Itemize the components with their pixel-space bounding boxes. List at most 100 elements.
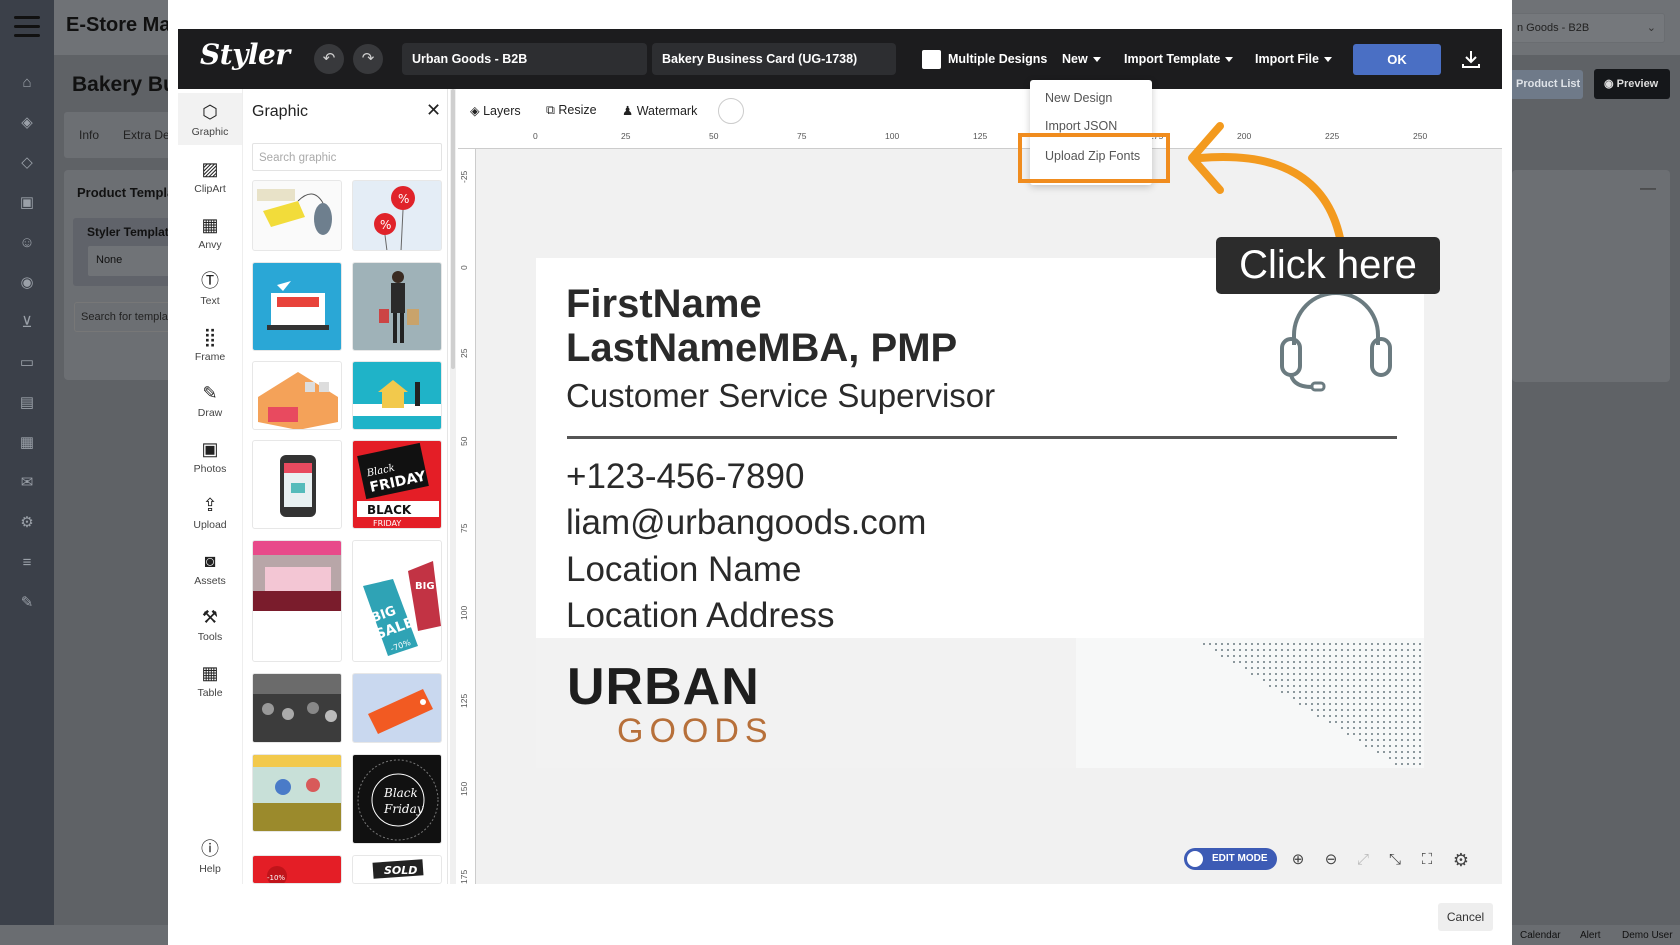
rail-label: Assets (194, 575, 226, 587)
thumb-online-store[interactable] (252, 262, 342, 351)
zoom-in-icon[interactable]: ⊕ (1287, 849, 1309, 871)
dot-pattern (1203, 643, 1421, 765)
footer-user[interactable]: Demo User (1622, 930, 1673, 941)
cancel-button[interactable]: Cancel (1438, 903, 1493, 931)
resize-button[interactable]: ⧉ Resize (546, 103, 597, 118)
rail-item-text[interactable]: Ⓣ Text (185, 270, 235, 307)
card-location-name[interactable]: Location Name (566, 550, 801, 590)
rail-item-tools[interactable]: ⚒ Tools (185, 606, 235, 643)
menu-icon[interactable] (14, 16, 40, 38)
rail-item-graphic[interactable]: ⬡ Graphic (185, 101, 235, 138)
grid-icon[interactable]: ▦ (17, 433, 37, 453)
card-last-name[interactable]: LastNameMBA, PMP (566, 326, 957, 371)
ok-button[interactable]: OK (1353, 44, 1441, 75)
preview-button[interactable]: ◉ Preview (1594, 69, 1670, 99)
tag-icon[interactable]: ◇ (17, 153, 37, 173)
thumb-house-salesman[interactable] (352, 361, 442, 430)
thumb-pink-shop[interactable] (252, 540, 342, 662)
import-file-menu[interactable]: Import File (1255, 52, 1332, 66)
redo-button[interactable]: ↷ (353, 44, 383, 74)
product-list-button[interactable]: Product List (1510, 70, 1583, 99)
store-field[interactable]: Urban Goods - B2B (402, 43, 647, 75)
wrench-icon[interactable]: ✎ (17, 593, 37, 613)
shrink-icon[interactable]: ⤡ (1384, 849, 1406, 871)
thumb-percent-balloons[interactable]: %% (352, 180, 442, 251)
resize-label: Resize (558, 103, 597, 117)
rail-item-anvy[interactable]: ▦ Anvy (185, 214, 235, 251)
tab-extra[interactable]: Extra De (123, 128, 170, 142)
mail-icon[interactable]: ✉ (17, 473, 37, 493)
disc-text: -10% (267, 874, 285, 882)
thumb-sold[interactable]: SOLD (352, 855, 442, 884)
image-icon[interactable]: ▣ (17, 193, 37, 213)
thumb-orange-tag[interactable] (352, 673, 442, 743)
tab-info[interactable]: Info (79, 128, 99, 142)
layers-button[interactable]: ◈ Layers (470, 103, 521, 118)
orange-arrow (1188, 122, 1344, 242)
footer-calendar[interactable]: Calendar (1520, 930, 1561, 941)
menu-item-import-json[interactable]: Import JSON (1045, 119, 1117, 133)
multiple-designs-label: Multiple Designs (948, 52, 1048, 66)
card-email[interactable]: liam@urbangoods.com (566, 503, 926, 543)
rail-item-assets[interactable]: ◙ Assets (185, 550, 235, 587)
footer-alert[interactable]: Alert (1580, 930, 1601, 941)
collapse-icon[interactable]: — (1640, 180, 1656, 198)
styler-template-select[interactable]: None (88, 246, 178, 276)
graphic-search-input[interactable]: Search graphic (252, 143, 442, 171)
thumb-storefront[interactable] (252, 361, 342, 430)
gear-icon[interactable]: ⚙ (17, 513, 37, 533)
card-phone[interactable]: +123-456-7890 (566, 457, 804, 497)
import-template-menu[interactable]: Import Template (1124, 52, 1234, 66)
headset-icon[interactable] (1276, 283, 1396, 393)
settings-icon[interactable]: ⚙ (1450, 849, 1472, 871)
multiple-designs-checkbox[interactable] (922, 50, 941, 69)
panel-scroll-thumb[interactable] (451, 89, 455, 369)
brand-logo-bottom[interactable]: GOODS (617, 712, 774, 751)
cart-icon[interactable]: ⊻ (17, 313, 37, 333)
thumb-price-tag[interactable] (252, 180, 342, 251)
sliders-icon[interactable]: ≡ (17, 553, 37, 573)
download-icon[interactable] (1460, 48, 1482, 70)
rail-item-clipart[interactable]: ▨ ClipArt (185, 158, 235, 195)
rail-item-frame[interactable]: ⣿ Frame (185, 326, 235, 363)
design-name-field[interactable]: Bakery Business Card (UG-1738) (652, 43, 896, 75)
close-icon[interactable]: ✕ (426, 100, 441, 121)
rail-item-help[interactable]: ⓘ Help (185, 838, 235, 875)
fit-icon[interactable]: ⤢ (1352, 849, 1374, 871)
badge-text-2: Friday (383, 802, 424, 816)
box-icon[interactable]: ◈ (17, 113, 37, 133)
location-icon[interactable]: ◉ (17, 273, 37, 293)
thumb-mobile-shop[interactable] (252, 440, 342, 529)
new-menu[interactable]: New (1062, 52, 1101, 66)
menu-item-new-design[interactable]: New Design (1045, 91, 1112, 105)
rail-item-table[interactable]: ▦ Table (185, 662, 235, 699)
users-icon[interactable]: ☺ (17, 233, 37, 253)
styler-logo: Styler (200, 38, 290, 71)
home-icon[interactable]: ⌂ (17, 73, 37, 93)
rail-item-upload[interactable]: ⇪ Upload (185, 494, 235, 531)
thumb-big-sale[interactable]: BIG SALE -70% BIG (352, 540, 442, 662)
template-search-input[interactable]: Search for templat (74, 302, 174, 332)
color-swatch[interactable] (718, 98, 744, 124)
rail-item-draw[interactable]: ✎ Draw (185, 382, 235, 419)
thumb-discount[interactable]: -10% (252, 855, 342, 884)
undo-button[interactable]: ↶ (314, 44, 344, 74)
truck-icon[interactable]: ▭ (17, 353, 37, 373)
thumb-toy-shop[interactable] (252, 754, 342, 832)
card-location-address[interactable]: Location Address (566, 596, 835, 636)
zoom-out-icon[interactable]: ⊖ (1320, 849, 1342, 871)
thumb-shopper[interactable] (352, 262, 442, 351)
rail-item-photos[interactable]: ▣ Photos (185, 438, 235, 475)
brand-logo-top[interactable]: URBAN (567, 657, 760, 717)
document-icon[interactable]: ▤ (17, 393, 37, 413)
fullscreen-icon[interactable]: ⛶ (1416, 849, 1438, 871)
card-job-title[interactable]: Customer Service Supervisor (566, 377, 995, 415)
watermark-button[interactable]: ♟ Watermark (622, 103, 697, 118)
brush-icon: ✎ (202, 383, 218, 403)
ruler-h-label: 250 (1413, 131, 1428, 141)
store-select[interactable]: n Goods - B2B ⌄ (1510, 13, 1665, 43)
thumb-black-friday-badge[interactable]: Black Friday (352, 754, 442, 844)
thumb-crowd[interactable] (252, 673, 342, 743)
thumb-black-friday[interactable]: Black FRIDAY BLACK FRIDAY (352, 440, 442, 529)
card-first-name[interactable]: FirstName (566, 282, 762, 327)
